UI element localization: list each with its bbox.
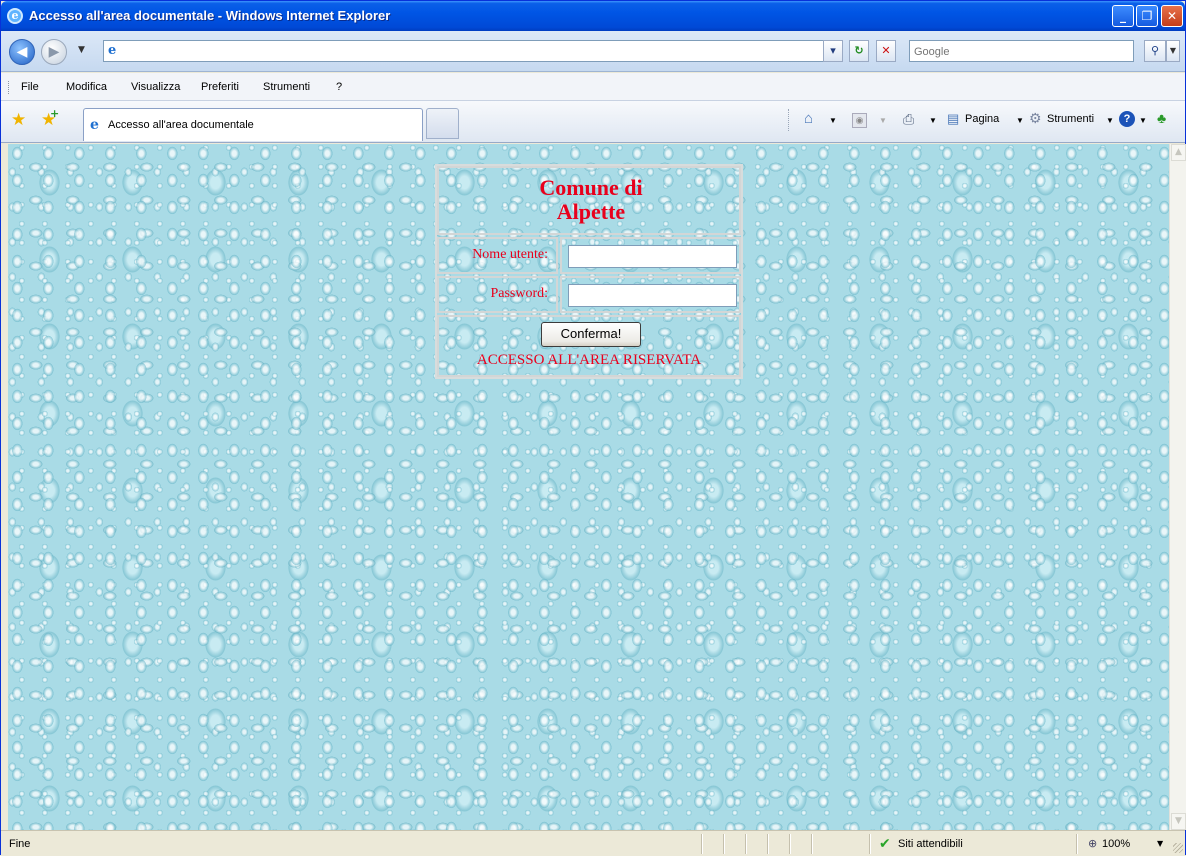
status-divider — [745, 834, 747, 854]
username-label-cell: Nome utente: — [437, 237, 558, 274]
status-divider — [869, 834, 871, 854]
username-field[interactable] — [568, 245, 737, 268]
add-favorites-icon[interactable]: ★ — [41, 107, 60, 130]
security-zone[interactable]: Siti attendibili — [898, 838, 963, 850]
reserved-area-text: ACCESSO ALL'AREA RISERVATA — [476, 352, 702, 368]
ie-page-icon: e — [108, 43, 117, 58]
research-icon[interactable]: ♣ — [1157, 110, 1166, 126]
ie-logo-icon: e — [7, 8, 23, 24]
status-divider — [789, 834, 791, 854]
home-dropdown-icon[interactable]: ▼ — [829, 116, 837, 125]
password-field[interactable] — [568, 284, 737, 307]
username-label: Nome utente: — [472, 247, 548, 262]
address-toolbar: ◀ ▶ ▼ e ▾ ↻ ✕ ⚲ ▼ — [1, 31, 1185, 72]
close-button[interactable]: ✕ — [1161, 5, 1183, 27]
scroll-down-icon[interactable]: ▼ — [1171, 813, 1186, 830]
minimize-button[interactable]: _ — [1112, 5, 1134, 27]
status-divider — [767, 834, 769, 854]
stop-button[interactable]: ✕ — [876, 40, 896, 62]
print-dropdown-icon[interactable]: ▼ — [929, 116, 937, 125]
vertical-scrollbar[interactable]: ▲ ▼ — [1169, 144, 1186, 830]
status-bar: Fine ✔ Siti attendibili ⊕ 100% ▼ — [1, 830, 1185, 856]
back-button[interactable]: ◀ — [9, 39, 35, 65]
new-tab-button[interactable] — [426, 108, 459, 139]
ie-page-icon: e — [90, 117, 99, 133]
resize-grip[interactable] — [1173, 843, 1183, 853]
search-box[interactable] — [909, 40, 1134, 62]
search-button[interactable]: ⚲ — [1144, 40, 1166, 62]
print-icon[interactable]: ⎙ — [903, 111, 914, 128]
favorites-star-icon[interactable]: ★ — [11, 110, 26, 130]
recent-pages-dropdown-icon[interactable]: ▼ — [78, 45, 85, 55]
help-icon[interactable]: ? — [1119, 111, 1135, 127]
status-divider — [1076, 834, 1078, 854]
address-dropdown-button[interactable]: ▾ — [823, 40, 843, 62]
home-icon[interactable]: ⌂ — [804, 110, 813, 127]
url-input[interactable] — [126, 43, 826, 59]
login-title-cell: Comune di Alpette — [437, 166, 741, 235]
login-footer-cell: Conferma! ACCESSO ALL'AREA RISERVATA — [437, 315, 741, 377]
tab-command-bar: ★ ★ e Accesso all'area documentale ⌂ ▼ ◉… — [1, 101, 1185, 143]
search-options-dropdown[interactable]: ▼ — [1166, 40, 1180, 62]
zoom-dropdown-icon[interactable]: ▼ — [1157, 839, 1163, 848]
page-menu-button[interactable]: Pagina — [965, 113, 999, 125]
zoom-level[interactable]: 100% — [1102, 838, 1130, 850]
address-bar[interactable]: e — [103, 40, 839, 62]
scroll-up-icon[interactable]: ▲ — [1171, 144, 1186, 161]
feeds-icon[interactable]: ◉ — [852, 113, 867, 128]
tab-label: Accesso all'area documentale — [108, 119, 254, 131]
menu-bar: File Modifica Visualizza Preferiti Strum… — [1, 73, 1185, 101]
login-table: Comune di Alpette Nome utente: Password:… — [435, 164, 743, 379]
status-divider — [811, 834, 813, 854]
menu-help[interactable]: ? — [336, 81, 342, 93]
tools-menu-button[interactable]: Strumenti — [1047, 113, 1094, 125]
menu-modifica[interactable]: Modifica — [66, 81, 107, 93]
window-title: Accesso all'area documentale - Windows I… — [29, 8, 391, 23]
title-bar[interactable]: e Accesso all'area documentale - Windows… — [1, 1, 1185, 31]
status-divider — [701, 834, 703, 854]
menu-visualizza[interactable]: Visualizza — [131, 81, 180, 93]
menu-strumenti[interactable]: Strumenti — [263, 81, 310, 93]
page-dropdown-icon[interactable]: ▼ — [1016, 116, 1024, 125]
feeds-dropdown-icon[interactable]: ▼ — [879, 116, 887, 125]
tools-dropdown-icon[interactable]: ▼ — [1106, 116, 1114, 125]
password-input-cell — [560, 276, 741, 313]
password-label-cell: Password: — [437, 276, 558, 313]
password-label: Password: — [490, 286, 548, 301]
submit-button[interactable]: Conferma! — [541, 322, 641, 347]
page-icon[interactable]: ▤ — [947, 111, 959, 127]
menu-preferiti[interactable]: Preferiti — [201, 81, 239, 93]
refresh-button[interactable]: ↻ — [849, 40, 869, 62]
checkmark-icon: ✔ — [879, 836, 891, 852]
page-title: Comune di Alpette — [439, 176, 743, 224]
tab-accesso[interactable]: e Accesso all'area documentale — [83, 108, 423, 141]
toolbar-grip — [8, 81, 10, 94]
search-input[interactable] — [914, 44, 1124, 59]
status-divider — [723, 834, 725, 854]
browser-window: e Accesso all'area documentale - Windows… — [0, 0, 1186, 856]
forward-button[interactable]: ▶ — [41, 39, 67, 65]
title-line-2: Alpette — [556, 199, 626, 224]
help-dropdown-icon[interactable]: ▼ — [1139, 116, 1147, 125]
title-line-1: Comune di — [539, 175, 643, 200]
username-input-cell — [560, 237, 741, 274]
page-content: Comune di Alpette Nome utente: Password:… — [8, 144, 1169, 830]
status-text: Fine — [9, 838, 31, 850]
command-bar-separator — [788, 109, 789, 131]
gear-icon[interactable]: ⚙ — [1029, 110, 1042, 127]
zoom-icon[interactable]: ⊕ — [1088, 837, 1097, 850]
maximize-button[interactable]: ❐ — [1136, 5, 1158, 27]
menu-file[interactable]: File — [21, 81, 39, 93]
